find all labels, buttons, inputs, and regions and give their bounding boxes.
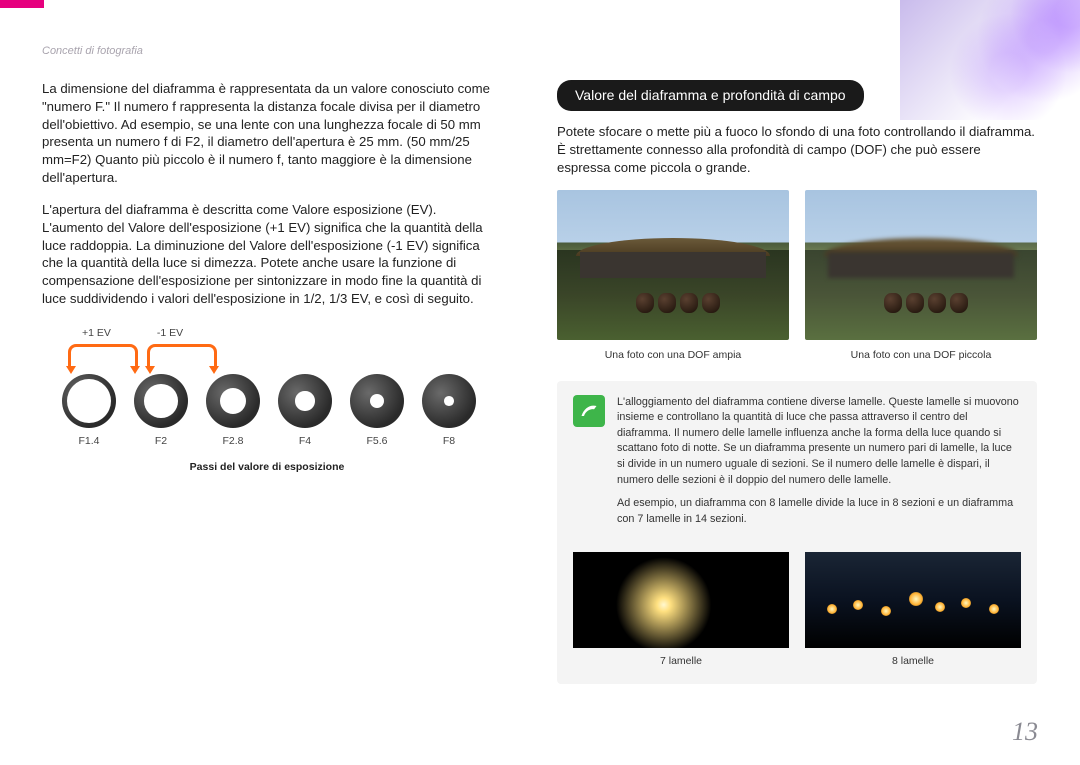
- paragraph-aperture-fnumber: La dimensione del diaframma è rappresent…: [42, 80, 492, 187]
- dof-photo-row: Una foto con una DOF ampia Una foto con …: [557, 190, 1037, 362]
- ev-diagram-caption: Passi del valore di esposizione: [42, 460, 492, 474]
- caption-dof-narrow: Una foto con una DOF piccola: [805, 348, 1037, 362]
- section-heading: Valore del diaframma e profondità di cam…: [557, 80, 864, 111]
- page-number: 13: [1012, 717, 1038, 747]
- photo-7-blades: [573, 552, 789, 648]
- aperture-label: F8: [422, 434, 476, 448]
- aperture-step: F1.4: [62, 374, 116, 448]
- aperture-step: F2: [134, 374, 188, 448]
- accent-bar: [0, 0, 44, 8]
- paragraph-ev: L'apertura del diaframma è descritta com…: [42, 201, 492, 308]
- note-paragraph-1: L'alloggiamento del diaframma contiene d…: [617, 395, 1021, 489]
- aperture-label: F4: [278, 434, 332, 448]
- ev-steps-diagram: +1 EV -1 EV F1.4 F2 F2.8 F4: [42, 326, 492, 475]
- note-text: L'alloggiamento del diaframma contiene d…: [617, 395, 1021, 536]
- ev-arrow-minus: [147, 344, 217, 366]
- note-paragraph-2: Ad esempio, un diaframma con 8 lamelle d…: [617, 496, 1021, 527]
- right-column: Valore del diaframma e profondità di cam…: [557, 80, 1037, 684]
- photo-card-8-blades: 8 lamelle: [805, 552, 1021, 668]
- aperture-label: F5.6: [350, 434, 404, 448]
- aperture-step: F5.6: [350, 374, 404, 448]
- photo-dof-narrow: [805, 190, 1037, 340]
- ev-arrow-plus: [68, 344, 138, 366]
- aperture-label: F2.8: [206, 434, 260, 448]
- breadcrumb: Concetti di fotografia: [42, 45, 143, 57]
- aperture-label: F1.4: [62, 434, 116, 448]
- aperture-step: F8: [422, 374, 476, 448]
- photo-8-blades: [805, 552, 1021, 648]
- ev-plus-label: +1 EV: [82, 326, 111, 340]
- note-box: L'alloggiamento del diaframma contiene d…: [557, 381, 1037, 684]
- photo-card-dof-narrow: Una foto con una DOF piccola: [805, 190, 1037, 362]
- left-column: La dimensione del diaframma è rappresent…: [42, 80, 492, 474]
- ev-minus-label: -1 EV: [157, 326, 183, 340]
- caption-7-blades: 7 lamelle: [573, 654, 789, 668]
- caption-dof-wide: Una foto con una DOF ampia: [557, 348, 789, 362]
- aperture-step: F4: [278, 374, 332, 448]
- paragraph-dof: Potete sfocare o mette più a fuoco lo sf…: [557, 123, 1037, 176]
- photo-card-dof-wide: Una foto con una DOF ampia: [557, 190, 789, 362]
- note-icon: [573, 395, 605, 427]
- aperture-label: F2: [134, 434, 188, 448]
- photo-card-7-blades: 7 lamelle: [573, 552, 789, 668]
- aperture-step: F2.8: [206, 374, 260, 448]
- caption-8-blades: 8 lamelle: [805, 654, 1021, 668]
- photo-dof-wide: [557, 190, 789, 340]
